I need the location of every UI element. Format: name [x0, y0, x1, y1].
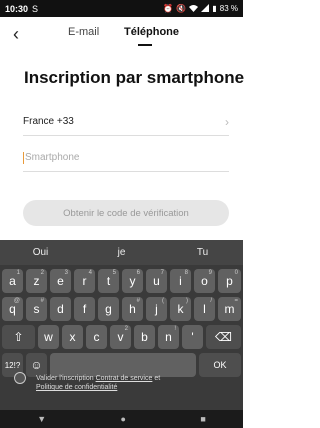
key[interactable]: n!	[158, 325, 179, 349]
service-contract-link[interactable]: Contrat de service	[96, 375, 153, 382]
key[interactable]: r4	[74, 269, 95, 293]
key[interactable]: h #	[122, 297, 143, 321]
key[interactable]: z2	[26, 269, 47, 293]
key[interactable]: m =	[218, 297, 241, 321]
key[interactable]: c	[86, 325, 107, 349]
key[interactable]: f	[74, 297, 95, 321]
ok-key[interactable]: OK	[199, 353, 241, 377]
key[interactable]: e3	[50, 269, 71, 293]
key[interactable]: i8	[170, 269, 191, 293]
status-icons: ⏰ 🔇 ▮ 83 %	[163, 3, 238, 14]
shift-key[interactable]: ⇧	[2, 325, 35, 349]
key[interactable]: k)	[170, 297, 191, 321]
tab-phone[interactable]: Téléphone	[124, 26, 179, 38]
country-value: France +33	[23, 116, 74, 127]
delete-key[interactable]: ⌫	[206, 325, 241, 349]
home-nav-icon[interactable]: ●	[121, 414, 126, 424]
suggestion-1[interactable]: Oui	[0, 240, 81, 265]
key[interactable]: b	[134, 325, 155, 349]
top-nav: ‹ E-mail Téléphone	[0, 17, 243, 50]
back-nav-icon[interactable]: ▼	[37, 414, 46, 424]
shift-icon: ⇧	[13, 330, 24, 344]
key[interactable]: l /	[194, 297, 215, 321]
status-bar: 10:30 S ⏰ 🔇 ▮ 83 %	[0, 0, 243, 17]
key[interactable]: t5	[98, 269, 119, 293]
key[interactable]: d	[50, 297, 71, 321]
key[interactable]: o9	[194, 269, 215, 293]
recents-nav-icon[interactable]: ■	[200, 414, 205, 424]
consent-prefix: Valider l'inscription	[36, 375, 94, 382]
key[interactable]: j(	[146, 297, 167, 321]
battery-level: 83 %	[219, 4, 238, 13]
page-title: Inscription par smartphone	[24, 68, 245, 87]
consent-mid: et	[154, 375, 161, 382]
key-row-3: ⇧ w x c v2 b n! ' ⌫	[0, 323, 243, 350]
status-time: 10:30	[5, 3, 29, 14]
phone-field[interactable]	[23, 144, 229, 172]
key-row-1: a1 z2 e3 r4 t5 y6 u7 i8 o9 p0	[0, 267, 243, 294]
s-icon: S	[32, 3, 39, 14]
signal-icon	[201, 3, 210, 14]
suggestion-2[interactable]: je	[81, 240, 162, 265]
key[interactable]: x	[62, 325, 83, 349]
key[interactable]: v2	[110, 325, 131, 349]
key[interactable]: s #	[26, 297, 47, 321]
suggestion-bar: Oui je Tu	[0, 240, 243, 265]
system-nav-bar: ▼ ● ■	[0, 410, 243, 428]
text-caret	[23, 151, 24, 164]
wifi-icon	[189, 4, 199, 14]
backspace-icon: ⌫	[215, 330, 232, 344]
chevron-right-icon: ›	[225, 114, 229, 129]
tab-email[interactable]: E-mail	[68, 26, 99, 38]
country-selector[interactable]: France +33 ›	[23, 108, 229, 136]
get-code-button[interactable]: Obtenir le code de vérification	[23, 200, 229, 226]
alarm-icon: ⏰	[163, 4, 174, 13]
key[interactable]: u7	[146, 269, 167, 293]
key[interactable]: w	[38, 325, 59, 349]
active-tab-indicator	[138, 44, 152, 46]
mute-icon: 🔇	[176, 4, 187, 13]
consent-text: Valider l'inscription Contrat de service…	[36, 374, 186, 392]
key[interactable]: g	[98, 297, 119, 321]
key[interactable]: p0	[218, 269, 241, 293]
phone-input[interactable]	[25, 152, 215, 163]
emoji-icon: ☺	[30, 358, 43, 372]
chevron-left-icon[interactable]: ‹	[6, 24, 26, 44]
privacy-policy-link[interactable]: Politique de confidentialité	[36, 384, 117, 391]
key[interactable]: q @	[2, 297, 23, 321]
key[interactable]: y6	[122, 269, 143, 293]
key[interactable]: '	[182, 325, 203, 349]
key[interactable]: a1	[2, 269, 23, 293]
key-row-2: q @ s # d f g h # j( k) l / m =	[0, 295, 243, 322]
consent-checkbox[interactable]	[14, 372, 26, 384]
battery-icon: ▮	[212, 4, 217, 13]
suggestion-3[interactable]: Tu	[162, 240, 243, 265]
